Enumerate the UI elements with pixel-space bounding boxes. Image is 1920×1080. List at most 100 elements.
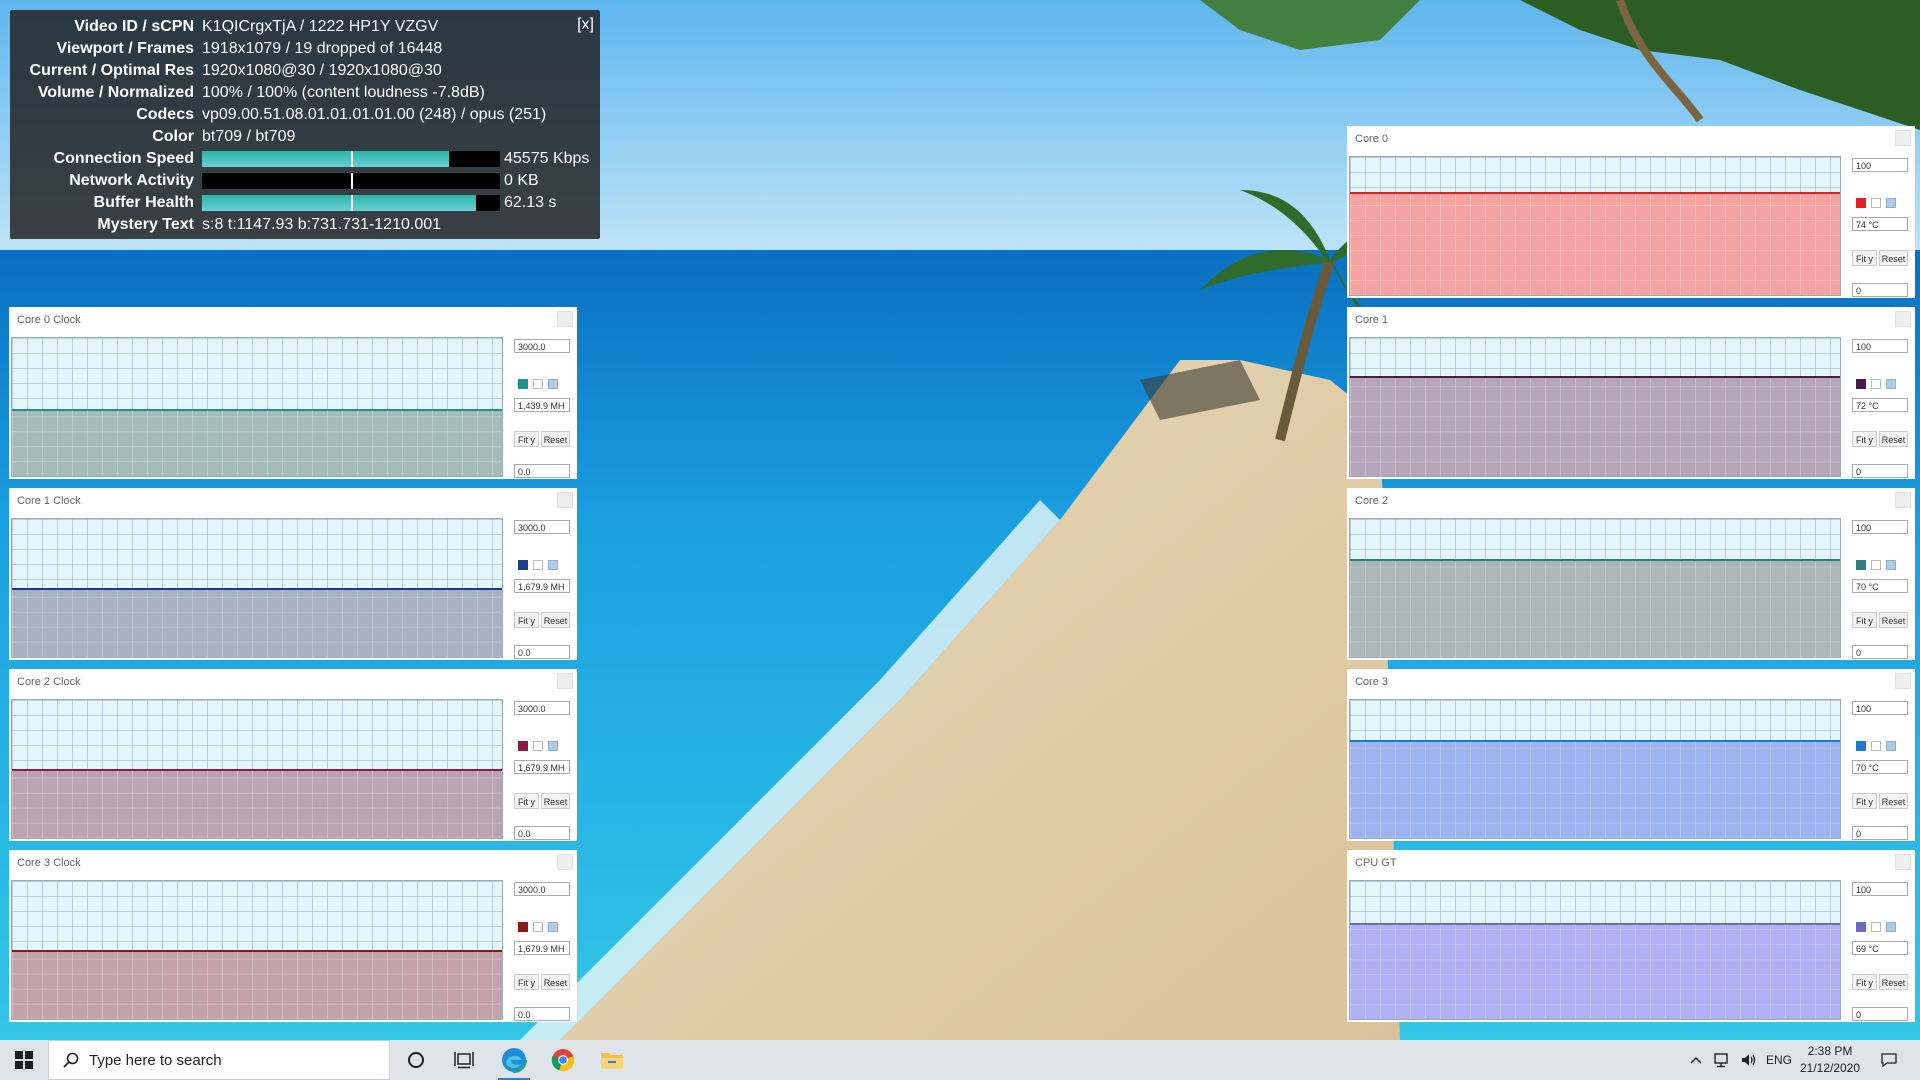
monitor-max-field[interactable]: 100: [1852, 520, 1908, 534]
reset-button[interactable]: Reset: [541, 974, 570, 990]
color-swatch[interactable]: [1886, 741, 1896, 751]
color-swatch[interactable]: [1871, 379, 1881, 389]
stats-value: 62.13 s: [504, 194, 557, 211]
monitor-close-button[interactable]: [1895, 492, 1911, 508]
series-color-swatch[interactable]: [1856, 379, 1866, 389]
fit-y-button[interactable]: Fit y: [514, 612, 539, 628]
monitor-graph: [1349, 699, 1841, 839]
monitor-close-button[interactable]: [1895, 130, 1911, 146]
file-explorer-taskbar-item[interactable]: [588, 1040, 636, 1080]
cortana-button[interactable]: [392, 1040, 440, 1080]
color-swatch[interactable]: [1871, 922, 1881, 932]
monitor-close-button[interactable]: [557, 854, 573, 870]
monitor-min-field[interactable]: 0: [1852, 1007, 1908, 1021]
monitor-close-button[interactable]: [1895, 673, 1911, 689]
show-hidden-icons-button[interactable]: [1690, 1040, 1702, 1080]
series-color-swatch[interactable]: [518, 922, 528, 932]
fit-y-button[interactable]: Fit y: [1852, 974, 1877, 990]
fit-y-button[interactable]: Fit y: [514, 974, 539, 990]
color-swatch[interactable]: [1886, 922, 1896, 932]
monitor-close-button[interactable]: [1895, 854, 1911, 870]
monitor-title: Core 0 Clock: [17, 314, 81, 326]
fit-y-button[interactable]: Fit y: [514, 431, 539, 447]
color-swatch[interactable]: [1871, 560, 1881, 570]
color-swatch[interactable]: [533, 379, 543, 389]
monitor-max-field[interactable]: 100: [1852, 339, 1908, 353]
monitor-max-field[interactable]: 100: [1852, 158, 1908, 172]
series-color-swatch[interactable]: [1856, 741, 1866, 751]
series-color-swatch[interactable]: [1856, 198, 1866, 208]
color-swatch[interactable]: [1886, 198, 1896, 208]
taskbar-search-box[interactable]: Type here to search: [48, 1040, 390, 1080]
notification-icon: [1881, 1053, 1897, 1068]
monitor-min-field[interactable]: 0: [1852, 283, 1908, 297]
monitor-min-field[interactable]: 0.0: [514, 1007, 570, 1021]
color-swatch[interactable]: [533, 741, 543, 751]
core-1-temp-monitor: Core 1 100 72 °C Fit y Reset 0: [1347, 307, 1915, 479]
color-swatch[interactable]: [1871, 741, 1881, 751]
monitor-min-field[interactable]: 0: [1852, 645, 1908, 659]
monitor-min-field[interactable]: 0: [1852, 464, 1908, 478]
reset-button[interactable]: Reset: [541, 612, 570, 628]
fit-y-button[interactable]: Fit y: [1852, 612, 1877, 628]
color-swatch[interactable]: [548, 741, 558, 751]
task-view-button[interactable]: [440, 1040, 488, 1080]
monitor-max-field[interactable]: 3000.0: [514, 339, 570, 353]
core-2-clock-monitor: Core 2 Clock 3000.0 1,679.9 MH Fit y Res…: [9, 669, 577, 841]
stats-row-volume: Volume / Normalized 100% / 100% (content…: [10, 82, 600, 104]
monitor-close-button[interactable]: [1895, 311, 1911, 327]
reset-button[interactable]: Reset: [541, 793, 570, 809]
reset-button[interactable]: Reset: [1879, 431, 1908, 447]
monitor-close-button[interactable]: [557, 311, 573, 327]
monitor-min-field[interactable]: 0.0: [514, 826, 570, 840]
monitor-max-field[interactable]: 3000.0: [514, 520, 570, 534]
series-color-swatch[interactable]: [1856, 560, 1866, 570]
monitor-min-field[interactable]: 0: [1852, 826, 1908, 840]
graph-line: [1350, 191, 1840, 194]
fit-y-button[interactable]: Fit y: [514, 793, 539, 809]
start-button[interactable]: [0, 1040, 48, 1080]
monitor-min-field[interactable]: 0.0: [514, 464, 570, 478]
reset-button[interactable]: Reset: [1879, 612, 1908, 628]
monitor-max-field[interactable]: 3000.0: [514, 882, 570, 896]
monitor-max-field[interactable]: 3000.0: [514, 701, 570, 715]
series-color-swatch[interactable]: [518, 379, 528, 389]
series-color-swatch[interactable]: [1856, 922, 1866, 932]
color-swatch[interactable]: [533, 560, 543, 570]
notification-center-button[interactable]: [1880, 1040, 1898, 1080]
taskbar-clock[interactable]: 2:38 PM 21/12/2020: [1788, 1043, 1872, 1077]
fit-y-button[interactable]: Fit y: [1852, 793, 1877, 809]
color-swatch[interactable]: [548, 922, 558, 932]
monitor-max-field[interactable]: 100: [1852, 882, 1908, 896]
color-swatch[interactable]: [1871, 198, 1881, 208]
fit-y-button[interactable]: Fit y: [1852, 431, 1877, 447]
monitor-current-value: 1,679.9 MH: [514, 941, 570, 955]
reset-button[interactable]: Reset: [1879, 250, 1908, 266]
chrome-taskbar-item[interactable]: [539, 1040, 587, 1080]
reset-button[interactable]: Reset: [541, 431, 570, 447]
graph-line: [1350, 922, 1840, 925]
core-1-clock-monitor: Core 1 Clock 3000.0 1,679.9 MH Fit y Res…: [9, 488, 577, 660]
color-swatch[interactable]: [1886, 379, 1896, 389]
color-swatch[interactable]: [548, 560, 558, 570]
monitor-min-field[interactable]: 0.0: [514, 645, 570, 659]
series-color-swatch[interactable]: [518, 741, 528, 751]
monitor-max-field[interactable]: 100: [1852, 701, 1908, 715]
reset-button[interactable]: Reset: [1879, 793, 1908, 809]
monitor-close-button[interactable]: [557, 673, 573, 689]
bar-tick: [351, 195, 353, 211]
color-swatch[interactable]: [533, 922, 543, 932]
network-tray-button[interactable]: [1713, 1040, 1731, 1080]
color-swatch[interactable]: [1886, 560, 1896, 570]
stats-close-button[interactable]: [x]: [577, 16, 594, 34]
stats-label: Codecs: [136, 106, 194, 123]
edge-browser-taskbar-item[interactable]: [490, 1040, 538, 1080]
monitor-current-value: 70 °C: [1852, 579, 1908, 593]
volume-tray-button[interactable]: [1740, 1040, 1758, 1080]
fit-y-button[interactable]: Fit y: [1852, 250, 1877, 266]
reset-button[interactable]: Reset: [1879, 974, 1908, 990]
series-color-swatch[interactable]: [518, 560, 528, 570]
stats-label: Color: [152, 128, 194, 145]
monitor-close-button[interactable]: [557, 492, 573, 508]
color-swatch[interactable]: [548, 379, 558, 389]
